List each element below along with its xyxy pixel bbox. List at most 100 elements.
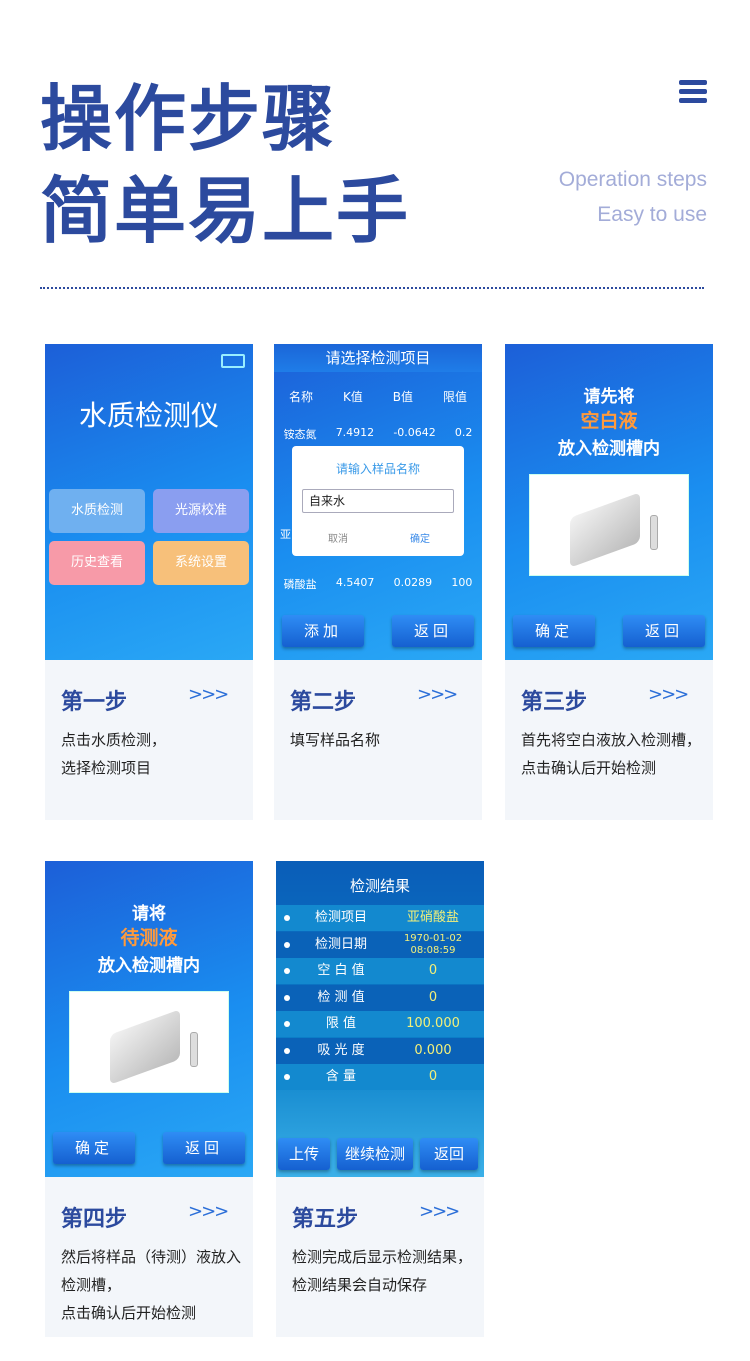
prompt-highlight: 空白液 (580, 410, 638, 432)
step-desc: 首先将空白液放入检测槽，点击确认后开始检测 (521, 731, 702, 777)
back-button[interactable]: 返回 (163, 1132, 245, 1164)
result-value: 0 (428, 963, 438, 978)
arrow-icon: >>> (188, 1201, 229, 1222)
col-name: 名称 (288, 390, 313, 404)
ok-button[interactable]: 确定 (513, 615, 595, 647)
dialog-title: 请输入样品名称 (335, 462, 420, 476)
cell: 100 (451, 576, 473, 589)
ok-button[interactable]: 确定 (410, 530, 430, 545)
screen-sample: 请将 待测液 放入检测槽内 确定 返回 (45, 861, 253, 1177)
screen-result: 检测结果 检测项目 亚硝酸盐 检测日期 1970-01-02 08:08:59 空 白 … (276, 861, 484, 1177)
bullet-icon (284, 1074, 290, 1080)
cell: 磷酸盐 (283, 578, 317, 591)
result-value: 100.000 (406, 1016, 460, 1031)
screen-select-item: 请选择检测项目 名称 K值 B值 限值 铵态氮 7.4912 -0.0642 0.2 亚 磷… (274, 344, 482, 660)
bullet-icon (284, 941, 290, 948)
prompt-line3: 放入检测槽内 (98, 956, 200, 976)
tile-water-test[interactable]: 水质检测 (49, 489, 145, 533)
result-key: 检测日期 (314, 936, 367, 952)
bullet-icon (284, 1021, 290, 1027)
result-key: 吸 光 度 (317, 1042, 365, 1058)
step-label: 第三步 (521, 689, 588, 715)
result-key: 检测项目 (314, 910, 367, 925)
step-desc: 填写样品名称 (290, 731, 381, 749)
tile-history[interactable]: 历史查看 (49, 541, 145, 585)
list-icon[interactable] (679, 78, 707, 106)
table-row[interactable]: 磷酸盐 4.5407 0.0289 100 (274, 576, 482, 592)
cell: 铵态氮 (283, 428, 317, 441)
col-k: K值 (342, 390, 363, 404)
ok-button[interactable]: 确定 (53, 1132, 135, 1164)
cell: -0.0642 (393, 426, 436, 439)
col-limit: 限值 (442, 390, 467, 404)
bullet-icon (284, 1047, 290, 1054)
arrow-icon: >>> (188, 684, 229, 705)
continue-button[interactable]: 继续检测 (337, 1138, 413, 1170)
result-row: 检测项目 亚硝酸盐 (276, 905, 484, 931)
title-line2: 简单易上手 (40, 168, 411, 253)
prompt-highlight: 待测液 (120, 927, 178, 949)
sample-name-dialog: 请输入样品名称 自来水 取消 确定 (292, 446, 464, 556)
step-label: 第五步 (292, 1206, 359, 1232)
tile-light-calib[interactable]: 光源校准 (153, 489, 249, 533)
result-row: 含 量 0 (276, 1064, 484, 1090)
cell: 0.2 (454, 426, 473, 439)
step-card-1: 水质检测仪 水质检测 光源校准 历史查看 系统设置 第一步 >>> 点击水质检测… (45, 344, 253, 820)
tile-settings[interactable]: 系统设置 (153, 541, 249, 585)
result-row: 空 白 值 0 (276, 958, 484, 984)
subtitle-en1: Operation steps (558, 168, 707, 191)
back-button[interactable]: 返回 (392, 615, 474, 647)
table-row[interactable]: 铵态氮 7.4912 -0.0642 0.2 (274, 426, 482, 442)
result-row: 吸 光 度 0.000 (276, 1037, 484, 1064)
result-key: 含 量 (325, 1069, 357, 1084)
screen-title: 请选择检测项目 (274, 344, 482, 372)
result-key: 空 白 值 (317, 963, 365, 978)
arrow-icon: >>> (419, 1201, 460, 1222)
step-label: 第四步 (61, 1206, 128, 1232)
back-button[interactable]: 返回 (623, 615, 705, 647)
app-title: 水质检测仪 (78, 399, 219, 432)
sample-name-input[interactable]: 自来水 (302, 489, 454, 513)
prompt-line3: 放入检测槽内 (558, 439, 660, 459)
screen-blank: 请先将 空白液 放入检测槽内 确定 返回 (505, 344, 713, 660)
result-key: 限 值 (325, 1016, 357, 1031)
result-row: 检 测 值 0 (276, 984, 484, 1011)
step-label: 第一步 (61, 689, 128, 715)
result-row: 限 值 100.000 (276, 1011, 484, 1037)
result-value: 0 (428, 989, 438, 1005)
cell: 0.0289 (393, 576, 433, 589)
cell: 亚 (280, 528, 291, 541)
step-card-5: 检测结果 检测项目 亚硝酸盐 检测日期 1970-01-02 08:08:59 空 白 … (276, 861, 484, 1337)
bullet-icon (284, 968, 290, 974)
table-header: 名称 K值 B值 限值 (274, 388, 482, 405)
device-image (69, 991, 229, 1093)
device-image (529, 474, 689, 576)
step-desc: 点击水质检测， 选择检测项目 (61, 731, 167, 777)
col-b: B值 (392, 390, 413, 404)
result-value: 0 (428, 1069, 438, 1084)
arrow-icon: >>> (648, 684, 689, 705)
step-card-3: 请先将 空白液 放入检测槽内 确定 返回 第三步 >>> 首先将空白液放入检测槽… (505, 344, 713, 820)
battery-icon (221, 354, 245, 368)
back-button[interactable]: 返回 (420, 1138, 478, 1170)
step-desc: 然后将样品（待测）液放入检测槽， 点击确认后开始检测 (61, 1248, 242, 1322)
screen-title: 检测结果 (349, 877, 410, 895)
divider (40, 287, 704, 289)
result-value: 亚硝酸盐 (406, 910, 459, 925)
prompt-line1: 请将 (132, 904, 166, 924)
cell: 7.4912 (335, 426, 375, 439)
result-row: 检测日期 1970-01-02 08:08:59 (276, 931, 484, 958)
result-value: 1970-01-02 08:08:59 (403, 932, 463, 956)
subtitle-en2: Easy to use (597, 203, 707, 226)
bullet-icon (284, 994, 290, 1001)
upload-button[interactable]: 上传 (278, 1138, 330, 1170)
prompt-line1: 请先将 (583, 387, 635, 407)
arrow-icon: >>> (417, 684, 458, 705)
cell: 4.5407 (335, 576, 375, 589)
cancel-button[interactable]: 取消 (328, 530, 348, 545)
title-line1: 操作步骤 (40, 76, 337, 161)
step-label: 第二步 (290, 689, 357, 715)
result-value: 0.000 (414, 1042, 452, 1058)
add-button[interactable]: 添加 (282, 615, 364, 647)
bullet-icon (284, 915, 290, 921)
